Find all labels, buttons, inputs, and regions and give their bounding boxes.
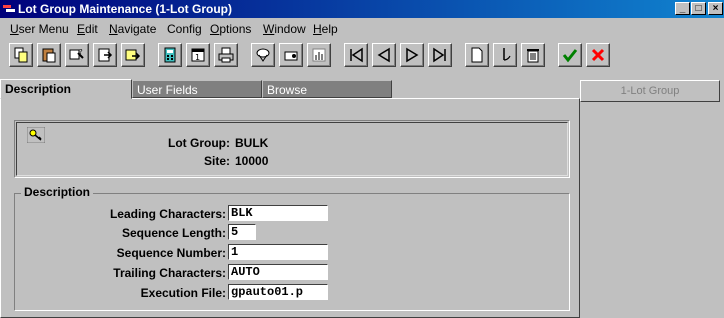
description-group-legend: Description bbox=[21, 185, 94, 199]
tab-user-fields[interactable]: User Fields bbox=[132, 80, 262, 98]
trailing-characters-field[interactable]: AUTO bbox=[228, 264, 328, 280]
sequence-number-field[interactable]: 1 bbox=[228, 244, 328, 260]
calendar-icon: 1 bbox=[191, 48, 205, 62]
browse-icon bbox=[98, 48, 113, 62]
undo-button[interactable] bbox=[493, 43, 517, 67]
save-checkmark-icon bbox=[562, 49, 578, 63]
lot-group-maintenance-window: Lot Group Maintenance (1-Lot Group) _ □ … bbox=[0, 0, 724, 318]
key-icon[interactable] bbox=[27, 127, 45, 143]
next-record-button[interactable] bbox=[400, 43, 424, 67]
export-icon bbox=[284, 51, 298, 61]
last-record-icon bbox=[433, 47, 446, 63]
trailing-characters-label: Trailing Characters: bbox=[113, 266, 226, 280]
delete-icon bbox=[527, 49, 539, 63]
sequence-length-field[interactable]: 5 bbox=[228, 224, 256, 240]
execution-file-label: Execution File: bbox=[140, 286, 226, 300]
lookup-icon bbox=[125, 49, 141, 61]
print-icon bbox=[218, 47, 234, 63]
lookup-button[interactable] bbox=[121, 43, 145, 67]
tab-browse[interactable]: Browse bbox=[262, 80, 392, 98]
previous-record-button[interactable] bbox=[372, 43, 396, 67]
calendar-button[interactable]: 1 bbox=[186, 43, 210, 67]
menu-window[interactable]: Window bbox=[263, 22, 306, 36]
copy-button[interactable] bbox=[9, 43, 33, 67]
lot-group-button[interactable]: 1-Lot Group bbox=[580, 80, 720, 102]
menu-navigate[interactable]: Navigate bbox=[109, 22, 156, 36]
delete-button[interactable] bbox=[521, 43, 545, 67]
filter-button[interactable] bbox=[251, 43, 275, 67]
find-button[interactable]: ? bbox=[65, 43, 89, 67]
calculator-button[interactable] bbox=[158, 43, 182, 67]
title-bar[interactable]: Lot Group Maintenance (1-Lot Group) _ □ … bbox=[0, 0, 724, 18]
next-record-icon bbox=[406, 47, 419, 63]
header-box bbox=[14, 120, 570, 178]
report-button[interactable] bbox=[307, 43, 331, 67]
filter-icon bbox=[256, 48, 270, 62]
site-label: Site: bbox=[203, 154, 230, 168]
menu-options[interactable]: Options bbox=[210, 22, 251, 36]
undo-icon bbox=[503, 48, 511, 61]
print-button[interactable] bbox=[214, 43, 238, 67]
leading-characters-label: Leading Characters: bbox=[109, 207, 226, 221]
sequence-number-label: Sequence Number: bbox=[116, 246, 226, 260]
cancel-button[interactable] bbox=[586, 43, 610, 67]
menu-bar: User Menu Edit Navigate Config Options W… bbox=[0, 20, 724, 38]
tab-description[interactable]: Description bbox=[0, 79, 132, 99]
window-title: Lot Group Maintenance (1-Lot Group) bbox=[18, 2, 232, 16]
first-record-button[interactable] bbox=[344, 43, 368, 67]
calculator-icon bbox=[164, 47, 176, 63]
new-record-icon bbox=[471, 47, 483, 63]
close-button[interactable]: × bbox=[708, 2, 723, 15]
svg-text:?: ? bbox=[79, 48, 83, 56]
leading-characters-field[interactable]: BLK bbox=[228, 205, 328, 221]
save-button[interactable] bbox=[558, 43, 582, 67]
minimize-button[interactable]: _ bbox=[675, 2, 690, 15]
menu-help[interactable]: Help bbox=[313, 22, 338, 36]
report-icon bbox=[312, 48, 326, 62]
svg-text:1: 1 bbox=[195, 53, 200, 62]
previous-record-icon bbox=[377, 47, 390, 63]
browse-button[interactable] bbox=[93, 43, 117, 67]
lot-group-label: Lot Group: bbox=[168, 136, 230, 150]
menu-config[interactable]: Config bbox=[167, 22, 202, 36]
last-record-button[interactable] bbox=[428, 43, 452, 67]
find-icon: ? bbox=[69, 48, 84, 60]
first-record-icon bbox=[350, 47, 363, 63]
paste-button[interactable] bbox=[37, 43, 61, 67]
toolbar: ? 1 bbox=[0, 38, 724, 72]
cancel-x-icon bbox=[591, 48, 605, 62]
site-value: 10000 bbox=[235, 154, 269, 168]
paste-icon bbox=[42, 48, 56, 63]
sequence-length-label: Sequence Length: bbox=[121, 226, 226, 240]
lot-group-value: BULK bbox=[235, 136, 269, 150]
app-icon bbox=[3, 5, 15, 12]
export-button[interactable] bbox=[279, 43, 303, 67]
menu-edit[interactable]: Edit bbox=[77, 22, 98, 36]
new-record-button[interactable] bbox=[465, 43, 489, 67]
execution-file-field[interactable]: gpauto01.p bbox=[228, 284, 328, 300]
menu-user-menu[interactable]: User Menu bbox=[10, 22, 69, 36]
copy-icon bbox=[14, 47, 28, 63]
maximize-button[interactable]: □ bbox=[691, 2, 706, 15]
